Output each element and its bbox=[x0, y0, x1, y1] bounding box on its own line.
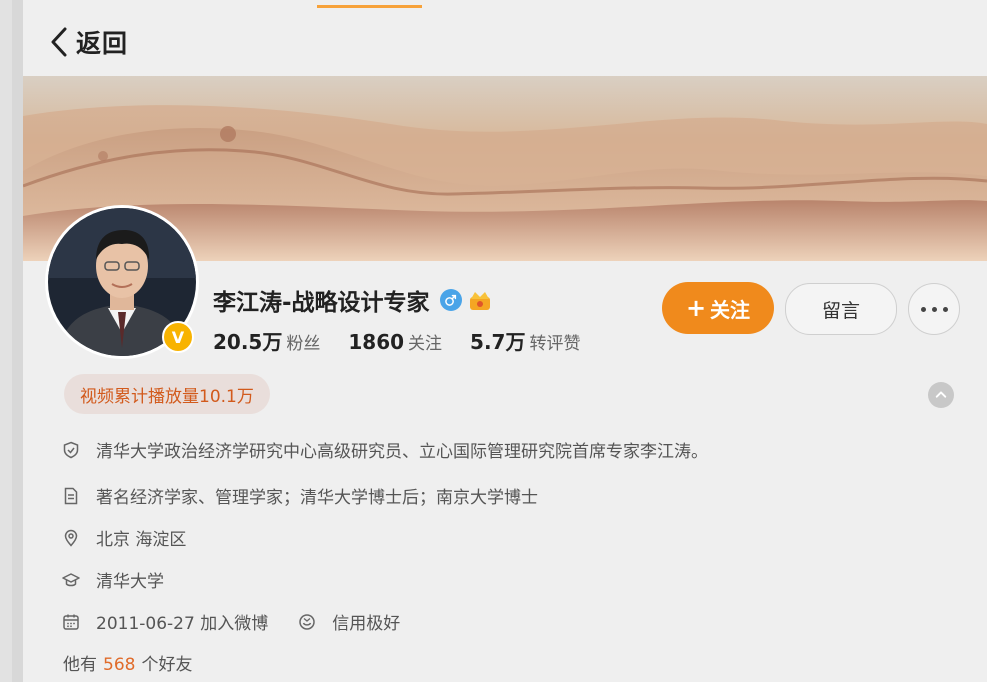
profile-stats: 20.5万 粉丝 1860 关注 5.7万 转评赞 bbox=[213, 326, 608, 355]
friends-row[interactable]: 他有 568 个好友 bbox=[63, 650, 192, 675]
more-dot-icon bbox=[942, 306, 948, 312]
chevron-left-icon bbox=[51, 27, 67, 57]
credit-icon bbox=[299, 613, 315, 630]
name-row: 李江涛-战略设计专家 bbox=[213, 283, 493, 317]
bio-row: 清华大学政治经济学研究中心高级研究员、立心国际管理研究院首席专家李江涛。 bbox=[62, 437, 708, 462]
tags-text: 著名经济学家、管理学家；清华大学博士后；南京大学博士 bbox=[96, 488, 538, 508]
profile-name: 李江涛-战略设计专家 bbox=[213, 290, 430, 316]
likes-stat: 5.7万 转评赞 bbox=[470, 326, 580, 355]
school-row: 清华大学 bbox=[62, 567, 164, 592]
back-label: 返回 bbox=[76, 29, 129, 58]
top-bar bbox=[23, 0, 987, 76]
stat-number: 5.7万 bbox=[470, 330, 526, 354]
more-button[interactable] bbox=[908, 283, 960, 335]
fans-stat[interactable]: 20.5万 粉丝 bbox=[213, 326, 320, 355]
location-pin-icon bbox=[64, 529, 78, 547]
stat-number: 1860 bbox=[348, 330, 405, 354]
message-label: 留言 bbox=[821, 299, 860, 322]
stat-label: 关注 bbox=[408, 334, 443, 354]
crown-icon[interactable] bbox=[467, 289, 493, 311]
play-count-text: 视频累计播放量10.1万 bbox=[80, 386, 254, 407]
following-stat[interactable]: 1860 关注 bbox=[348, 329, 442, 354]
collapse-button[interactable] bbox=[928, 382, 954, 408]
tab-indicator bbox=[317, 5, 422, 8]
credit-text: 信用极好 bbox=[332, 614, 401, 634]
play-count-tag: 视频累计播放量10.1万 bbox=[64, 374, 270, 414]
plus-icon: + bbox=[685, 294, 707, 322]
male-icon bbox=[439, 289, 462, 311]
stat-label: 转评赞 bbox=[529, 334, 581, 354]
friends-suffix: 个好友 bbox=[141, 655, 193, 675]
more-dot-icon bbox=[931, 306, 937, 312]
follow-label: 关注 bbox=[710, 297, 751, 322]
stat-number: 20.5万 bbox=[213, 330, 283, 354]
chevron-up-icon bbox=[935, 391, 947, 398]
friends-count[interactable]: 568 bbox=[103, 655, 135, 675]
left-panel-edge bbox=[0, 0, 12, 682]
credit-item: 信用极好 bbox=[298, 609, 400, 634]
shield-icon bbox=[63, 441, 79, 458]
graduation-cap-icon bbox=[62, 572, 80, 586]
calendar-icon bbox=[63, 614, 79, 630]
document-icon bbox=[64, 487, 78, 504]
tags-row: 著名经济学家、管理学家；清华大学博士后；南京大学博士 bbox=[62, 483, 538, 508]
more-dot-icon bbox=[920, 306, 926, 312]
join-date-text: 2011-06-27 加入微博 bbox=[96, 614, 269, 634]
verified-badge: V bbox=[162, 321, 194, 353]
school-text: 清华大学 bbox=[96, 572, 164, 592]
join-row: 2011-06-27 加入微博 信用极好 bbox=[62, 609, 400, 634]
friends-prefix: 他有 bbox=[63, 655, 97, 675]
scroll-gutter bbox=[12, 0, 23, 682]
back-button[interactable]: 返回 bbox=[48, 24, 128, 60]
stat-label: 粉丝 bbox=[286, 334, 321, 354]
location-row: 北京 海淀区 bbox=[62, 525, 186, 550]
follow-button[interactable]: + 关注 bbox=[662, 282, 774, 334]
message-button[interactable]: 留言 bbox=[785, 283, 897, 335]
location-text: 北京 海淀区 bbox=[96, 530, 187, 550]
bio-text: 清华大学政治经济学研究中心高级研究员、立心国际管理研究院首席专家李江涛。 bbox=[96, 442, 708, 462]
